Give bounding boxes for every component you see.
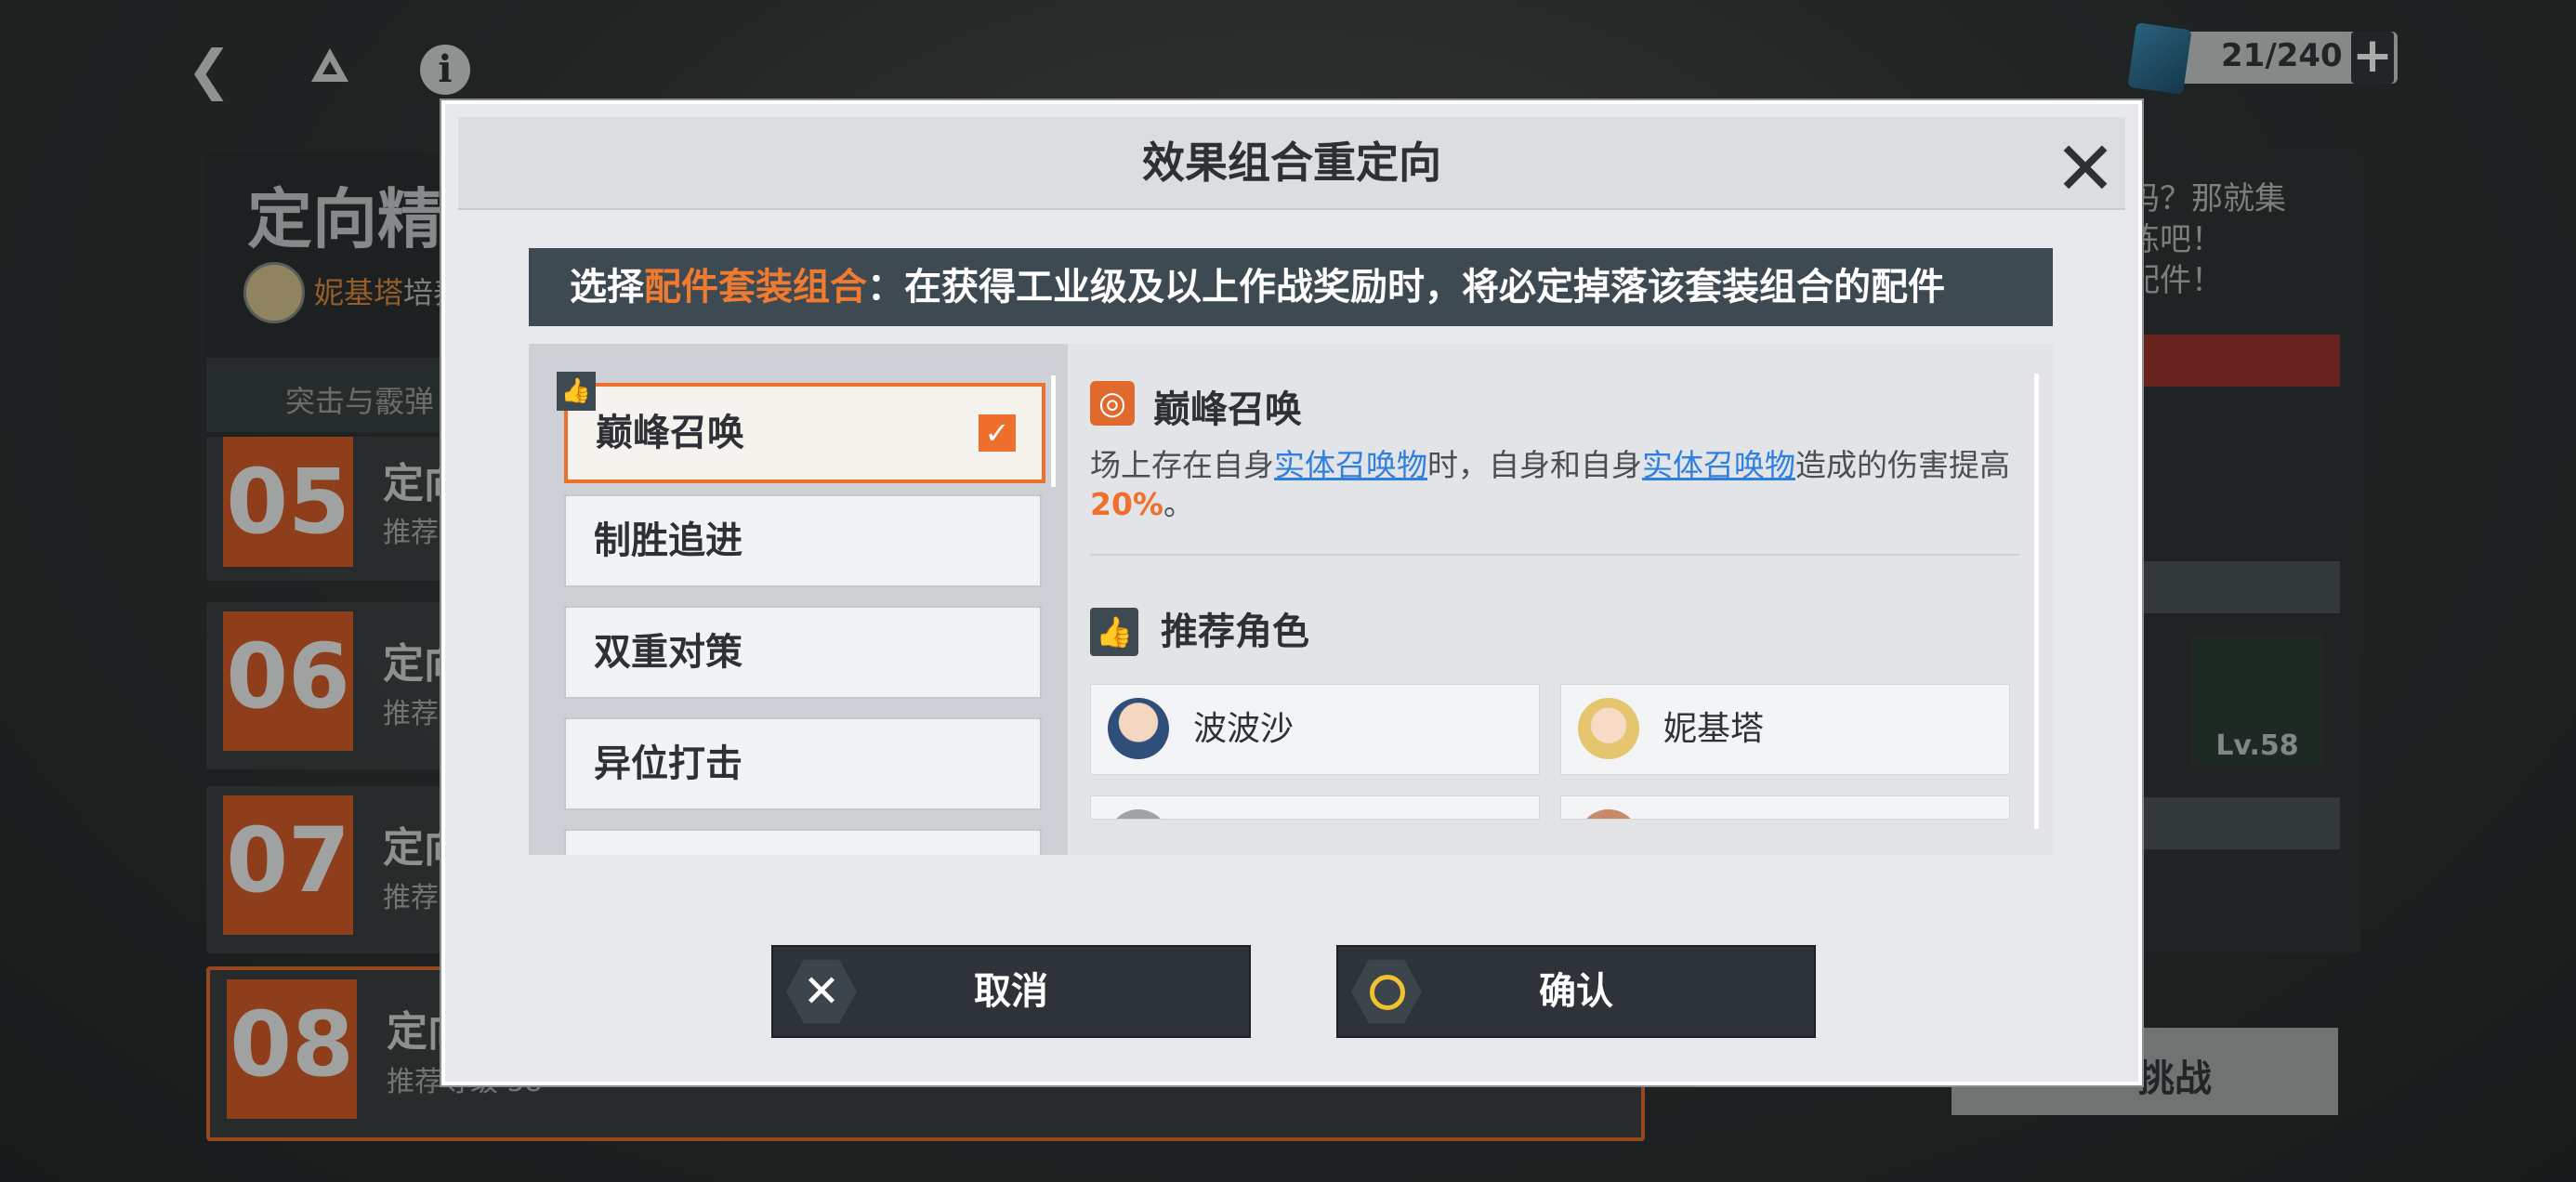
avatar — [1108, 698, 1169, 759]
recommended-character-card-partial[interactable] — [1090, 795, 1540, 820]
redirect-modal: 效果组合重定向 ✕ 选择配件套装组合：在获得工业级及以上作战奖励时，将必定掉落该… — [441, 100, 2142, 1085]
set-effect-description: 场上存在自身实体召唤物时，自身和自身实体召唤物造成的伤害提高20%。 — [1090, 446, 2019, 524]
recommended-character-card-partial[interactable] — [1560, 795, 2010, 820]
summon-set-icon: ◎ — [1090, 381, 1135, 426]
modal-header: 效果组合重定向 ✕ — [458, 117, 2125, 210]
set-option-selected[interactable]: 巅峰召唤 ✓ — [564, 383, 1045, 483]
cancel-button[interactable]: ✕ 取消 — [771, 945, 1251, 1038]
avatar — [1578, 809, 1639, 819]
set-detail-name: 巅峰召唤 — [1153, 388, 1302, 431]
set-option-label: 异位打击 — [594, 742, 743, 785]
recommended-character-card[interactable]: 妮基塔 — [1560, 684, 2010, 775]
bonus-percent: 20% — [1090, 486, 1163, 522]
cancel-label: 取消 — [974, 970, 1048, 1013]
character-name: 波波沙 — [1193, 710, 1295, 748]
set-option-label: 巅峰召唤 — [596, 412, 744, 454]
set-option-list[interactable]: 👍 巅峰召唤 ✓ 制胜追进 双重对策 异位打击 — [529, 344, 1068, 855]
recommend-title: 推荐角色 — [1161, 611, 1309, 653]
checkbox-checked-icon[interactable]: ✓ — [979, 414, 1016, 452]
desc-text: 造成的伤害提高 — [1795, 447, 2010, 483]
thumbs-up-icon: 👍 — [1090, 608, 1138, 656]
thumbs-up-icon: 👍 — [557, 372, 596, 411]
set-option-label: 制胜追进 — [594, 519, 743, 562]
desc-text: 场上存在自身 — [1090, 447, 1274, 483]
desc-text: 时，自身和自身 — [1427, 447, 1642, 483]
modal-title: 效果组合重定向 — [1142, 138, 1441, 188]
list-scrollbar[interactable] — [1051, 375, 1056, 487]
set-option[interactable]: 双重对策 — [564, 606, 1042, 699]
instruction-banner: 选择配件套装组合：在获得工业级及以上作战奖励时，将必定掉落该套装组合的配件 — [529, 248, 2053, 326]
banner-text: 选择配件套装组合：在获得工业级及以上作战奖励时，将必定掉落该套装组合的配件 — [570, 248, 1945, 326]
character-name: 妮基塔 — [1663, 710, 1765, 748]
avatar — [1578, 698, 1639, 759]
divider — [1090, 554, 2019, 556]
set-detail-panel: ◎ 巅峰召唤 场上存在自身实体召唤物时，自身和自身实体召唤物造成的伤害提高20%… — [1068, 344, 2053, 855]
set-option-label: 双重对策 — [594, 631, 743, 674]
set-option-partial[interactable] — [564, 829, 1042, 855]
detail-scrollbar[interactable] — [2034, 374, 2039, 829]
set-option[interactable]: 制胜追进 — [564, 494, 1042, 587]
banner-highlight: 配件套装组合 — [644, 266, 867, 309]
desc-text: 。 — [1163, 486, 1194, 522]
set-option[interactable]: 异位打击 — [564, 717, 1042, 810]
summon-entity-link[interactable]: 实体召唤物 — [1274, 447, 1427, 483]
confirm-label: 确认 — [1539, 970, 1613, 1013]
recommended-character-card[interactable]: 波波沙 — [1090, 684, 1540, 775]
banner-prefix: 选择 — [570, 266, 644, 309]
banner-suffix: ：在获得工业级及以上作战奖励时，将必定掉落该套装组合的配件 — [867, 266, 1945, 309]
summon-entity-link[interactable]: 实体召唤物 — [1642, 447, 1795, 483]
confirm-button[interactable]: 确认 — [1336, 945, 1816, 1038]
close-icon[interactable]: ✕ — [2053, 132, 2118, 206]
avatar — [1108, 809, 1169, 819]
